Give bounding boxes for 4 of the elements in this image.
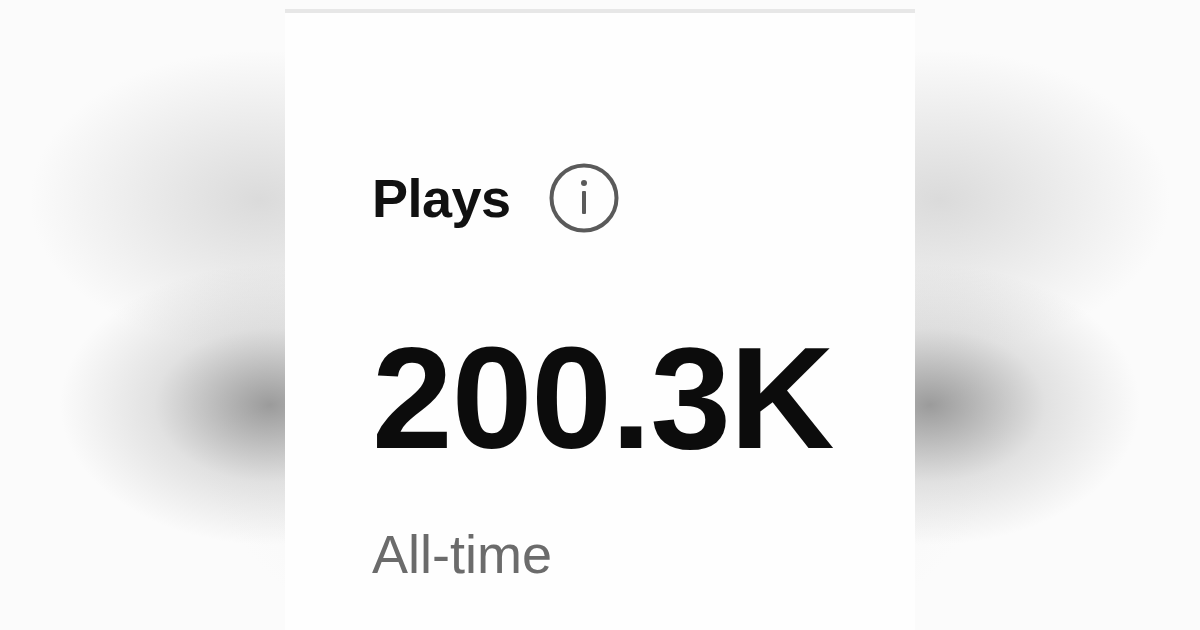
metric-label: Plays bbox=[372, 166, 511, 230]
metric-value: 200.3K bbox=[372, 326, 835, 471]
period-label: All-time bbox=[372, 523, 553, 586]
info-icon[interactable] bbox=[548, 163, 619, 233]
